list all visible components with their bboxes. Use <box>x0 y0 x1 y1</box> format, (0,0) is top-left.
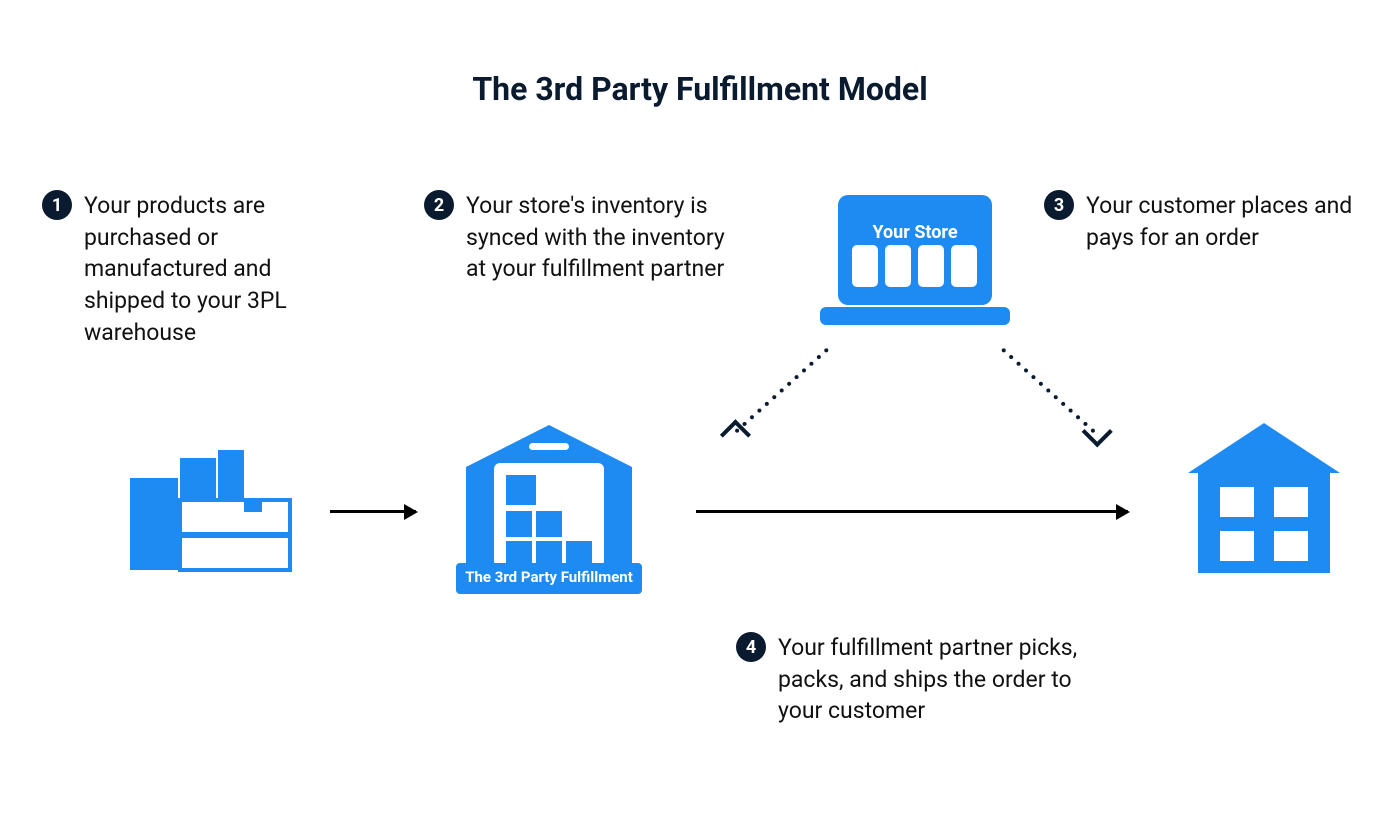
step-4-text: Your fulfillment partner picks, packs, a… <box>778 632 1096 727</box>
step-3-text: Your customer places and pays for an ord… <box>1086 190 1354 253</box>
step-3: 3 Your customer places and pays for an o… <box>1044 190 1354 253</box>
step-2: 2 Your store's inventory is synced with … <box>424 190 734 285</box>
step-3-badge: 3 <box>1044 190 1074 220</box>
warehouse-label: The 3rd Party Fulfillment <box>456 563 642 594</box>
step-2-text: Your store's inventory is synced with th… <box>466 190 734 285</box>
laptop-store-icon <box>820 195 1010 330</box>
step-4: 4 Your fulfillment partner picks, packs,… <box>736 632 1096 727</box>
dotted-arrow-store-to-warehouse <box>732 346 831 436</box>
step-2-badge: 2 <box>424 190 454 220</box>
step-1: 1 Your products are purchased or manufac… <box>42 190 352 349</box>
arrow-warehouse-to-customer <box>696 510 1128 513</box>
diagram-title: The 3rd Party Fulfillment Model <box>0 70 1400 108</box>
step-1-badge: 1 <box>42 190 72 220</box>
arrow-products-to-warehouse <box>330 510 416 513</box>
customer-house-icon <box>1184 423 1344 578</box>
store-label: Your Store <box>850 222 980 243</box>
dotted-arrow-store-to-customer <box>999 346 1098 436</box>
step-1-text: Your products are purchased or manufactu… <box>84 190 352 349</box>
step-4-badge: 4 <box>736 632 766 662</box>
products-boxes-icon <box>120 450 300 580</box>
